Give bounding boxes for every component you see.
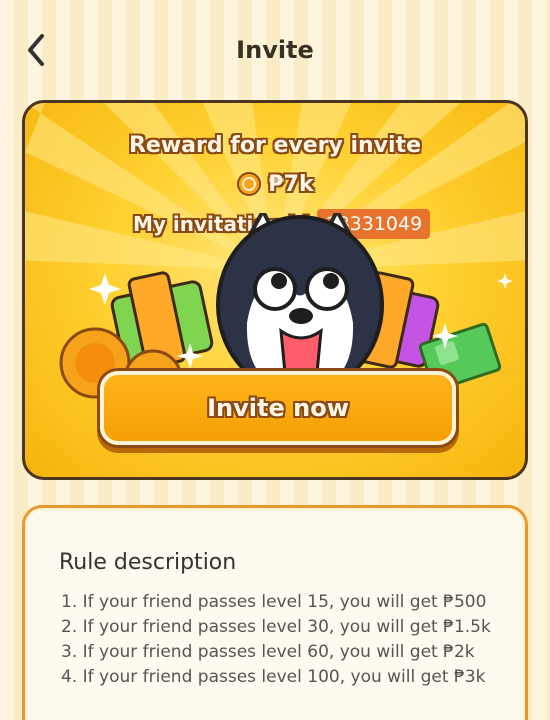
invite-now-label: Invite now xyxy=(207,394,349,422)
reward-amount-row: ₱7k xyxy=(25,171,525,197)
rule-item: 3. If your friend passes level 60, you w… xyxy=(61,642,475,662)
invite-now-button[interactable]: Invite now xyxy=(100,371,456,445)
reward-amount: ₱7k xyxy=(268,171,314,197)
page-title: Invite xyxy=(236,36,314,64)
rules-card: Rule description 1. If your friend passe… xyxy=(22,505,528,720)
rule-item: 4. If your friend passes level 100, you … xyxy=(61,667,486,687)
rule-item: 1. If your friend passes level 15, you w… xyxy=(61,592,487,612)
reward-card: Reward for every invite ₱7k My invitatio… xyxy=(22,100,528,480)
reward-title: Reward for every invite xyxy=(128,133,422,158)
rules-title: Rule description xyxy=(59,550,237,575)
rule-item: 2. If your friend passes level 30, you w… xyxy=(61,617,491,637)
top-bar: Invite xyxy=(0,0,550,100)
rules-list: 1. If your friend passes level 15, you w… xyxy=(61,590,511,690)
husky-head xyxy=(216,213,384,395)
coin-icon xyxy=(237,172,262,196)
